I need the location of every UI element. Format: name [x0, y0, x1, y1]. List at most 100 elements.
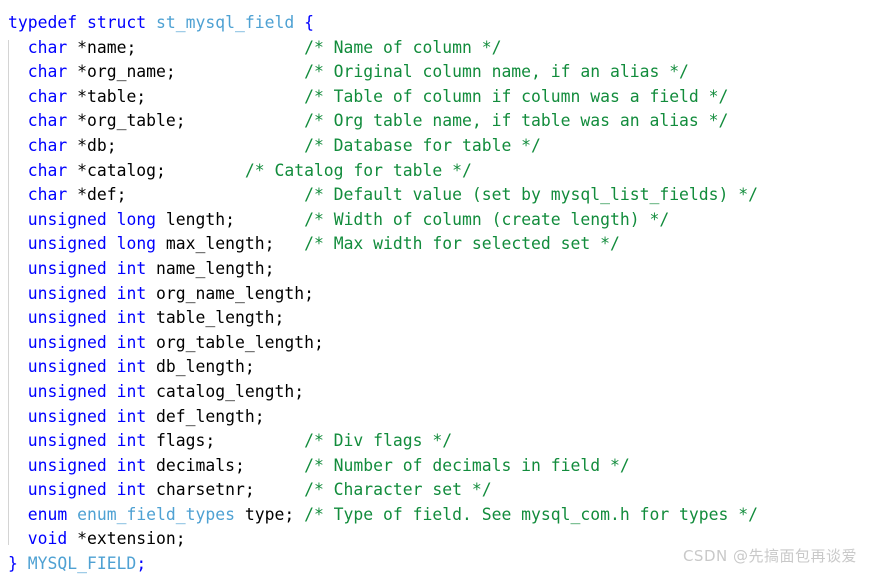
code-token-pun: } [8, 554, 18, 574]
code-token-id: catalog_length; [146, 381, 305, 401]
code-token-id: org_table_length; [146, 332, 324, 352]
code-token-id: name_length; [146, 258, 275, 278]
code-token-id: *db; [67, 135, 305, 155]
code-token-kw: char [27, 135, 68, 155]
code-block[interactable]: typedef struct st_mysql_field { char *na… [0, 11, 871, 577]
code-token-id: *def; [67, 185, 305, 205]
code-token-kw: unsigned [27, 209, 107, 229]
code-token-id [107, 333, 117, 352]
code-token-id: max_length; [156, 234, 305, 254]
code-token-kw: enum [27, 504, 68, 524]
code-token-kw: int [116, 480, 147, 500]
code-token-kw: char [27, 37, 68, 57]
code-token-kw: typedef [8, 13, 78, 32]
code-token-kw: int [116, 455, 147, 475]
code-token-kw: struct [86, 13, 147, 32]
code-line[interactable]: enum enum_field_types type; /* Type of f… [0, 503, 871, 528]
code-token-id [107, 431, 117, 450]
code-token-id [8, 87, 28, 106]
code-token-id [8, 357, 28, 376]
code-token-id: db_length; [146, 357, 255, 377]
csdn-watermark: CSDN @先搞面包再谈爱 [682, 547, 857, 565]
code-token-id [107, 210, 117, 229]
code-token-id [8, 111, 28, 130]
code-token-kw: unsigned [27, 480, 107, 500]
code-token-kw: char [27, 111, 68, 131]
code-token-id: def_length; [146, 406, 265, 426]
code-token-id [107, 456, 117, 475]
code-line[interactable]: char *catalog; /* Catalog for table */ [0, 159, 871, 184]
code-line[interactable]: unsigned int db_length; [0, 355, 871, 380]
code-line[interactable]: unsigned int table_length; [0, 306, 871, 331]
code-token-id [67, 505, 77, 524]
code-line[interactable]: char *name; /* Name of column */ [0, 36, 871, 61]
code-token-id [77, 13, 87, 32]
code-token-id [107, 357, 117, 376]
code-token-kw: unsigned [27, 406, 107, 426]
code-token-kw: unsigned [27, 258, 107, 278]
code-token-cmt: /* Max width for selected set */ [304, 234, 620, 254]
code-token-cmt: /* Org table name, if table was an alias… [304, 111, 729, 131]
code-line[interactable]: char *db; /* Database for table */ [0, 134, 871, 159]
code-token-id [8, 284, 28, 303]
code-token-id [107, 308, 117, 327]
code-token-id: charsetnr; [146, 480, 305, 500]
code-token-cmt: /* Type of field. See mysql_com.h for ty… [304, 504, 759, 524]
code-token-kw: long [116, 209, 157, 229]
code-token-pun: { [304, 13, 314, 32]
code-line[interactable]: unsigned int decimals; /* Number of deci… [0, 454, 871, 479]
code-token-kw: long [116, 234, 157, 254]
code-token-kw: int [116, 332, 147, 352]
code-line[interactable]: unsigned int org_name_length; [0, 282, 871, 307]
code-token-cmt: /* Number of decimals in field */ [304, 455, 630, 475]
code-line[interactable]: char *org_table; /* Org table name, if t… [0, 109, 871, 134]
code-line[interactable]: unsigned int flags; /* Div flags */ [0, 429, 871, 454]
code-token-kw: int [116, 258, 147, 278]
code-token-id [8, 210, 28, 229]
code-token-id [107, 407, 117, 426]
code-line[interactable]: unsigned long length; /* Width of column… [0, 208, 871, 233]
code-token-id: org_name_length; [146, 283, 314, 303]
code-line[interactable]: unsigned int name_length; [0, 257, 871, 282]
code-token-cmt: /* Database for table */ [304, 135, 541, 155]
code-token-cmt: /* Catalog for table */ [244, 160, 472, 180]
code-token-kw: char [27, 62, 68, 82]
code-token-id [18, 554, 28, 573]
code-token-id [8, 259, 28, 278]
code-token-id: *extension; [67, 529, 186, 549]
code-editor[interactable]: typedef struct st_mysql_field { char *na… [0, 0, 871, 574]
code-token-id [8, 308, 28, 327]
code-token-id [8, 407, 28, 426]
code-token-id: length; [156, 209, 305, 229]
code-token-kw: unsigned [27, 455, 107, 475]
code-line[interactable]: unsigned int catalog_length; [0, 380, 871, 405]
code-line[interactable]: unsigned int org_table_length; [0, 331, 871, 356]
code-token-id: *catalog; [67, 160, 245, 180]
code-token-kw: int [116, 357, 147, 377]
code-line[interactable]: char *table; /* Table of column if colum… [0, 85, 871, 110]
code-token-kw: void [27, 529, 68, 549]
code-line[interactable]: char *def; /* Default value (set by mysq… [0, 183, 871, 208]
code-token-kw: unsigned [27, 332, 107, 352]
code-token-id [8, 382, 28, 401]
code-token-id [8, 185, 28, 204]
code-token-id: *name; [67, 37, 305, 57]
code-token-id [294, 13, 304, 32]
code-token-kw: int [116, 431, 147, 451]
code-line[interactable]: unsigned int charsetnr; /* Character set… [0, 478, 871, 503]
code-token-kw: unsigned [27, 308, 107, 328]
code-token-cmt: /* Default value (set by mysql_list_fiel… [304, 185, 759, 205]
code-line[interactable]: char *org_name; /* Original column name,… [0, 60, 871, 85]
code-token-kw: unsigned [27, 357, 107, 377]
code-line[interactable]: typedef struct st_mysql_field { [0, 11, 871, 36]
code-token-id [8, 431, 28, 450]
code-token-id: *org_table; [67, 111, 305, 131]
code-token-cmt: /* Table of column if column was a field… [304, 86, 729, 106]
code-token-id [107, 480, 117, 499]
code-token-cmt: /* Name of column */ [304, 37, 502, 57]
code-line[interactable]: unsigned int def_length; [0, 405, 871, 430]
code-token-type: st_mysql_field [156, 13, 295, 32]
code-line[interactable]: unsigned long max_length; /* Max width f… [0, 232, 871, 257]
code-token-id [8, 62, 28, 81]
code-token-id [8, 505, 28, 524]
